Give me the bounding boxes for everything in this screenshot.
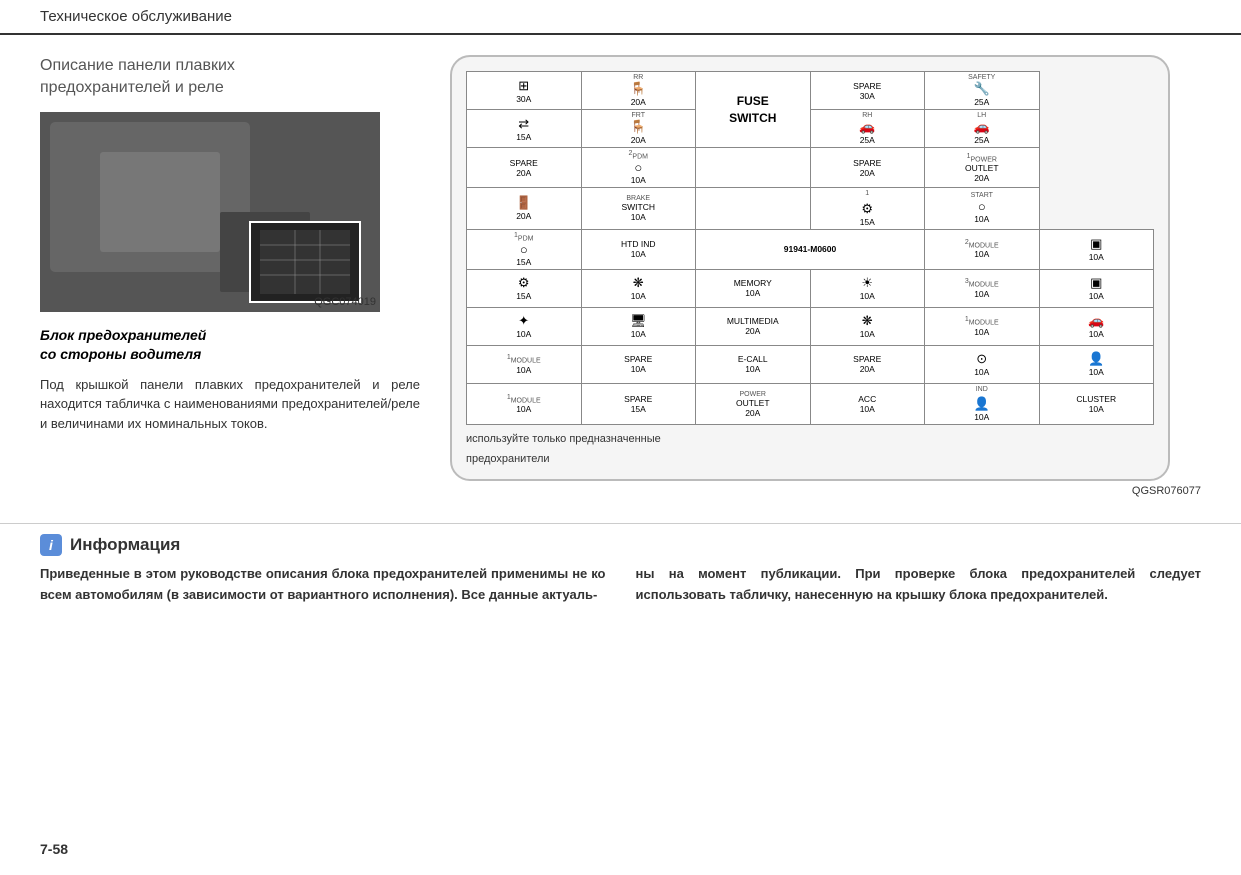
photo-code: QGC074019	[314, 296, 376, 308]
part-number-cell: 91941-M0600	[696, 229, 925, 269]
photo-caption: Блок предохранителейсо стороны водителя	[40, 326, 420, 365]
fuse-table: ⊞ 30A RR 🪑 20A FUSESWITCH SPARE	[466, 71, 1154, 425]
fuse-cell: LH 🚗 25A	[925, 110, 1040, 148]
header-title: Техническое обслуживание	[40, 8, 232, 25]
diagram-note-line2: предохранители	[466, 453, 1154, 465]
fuse-cell: ▣ 10A	[1039, 269, 1154, 307]
info-icon: i	[40, 534, 62, 556]
fuse-cell	[696, 188, 811, 229]
fuse-cell: 1MODULE 10A	[467, 383, 582, 424]
diagram-note-line1: используйте только предназначенные	[466, 433, 1154, 445]
fuse-cell: 2MODULE 10A	[925, 229, 1040, 269]
fuse-cell: ▣ 10A	[1039, 229, 1154, 269]
fuse-switch-cell: FUSESWITCH	[696, 72, 811, 148]
info-text-left: Приведенные в этом руководстве описания …	[40, 564, 606, 606]
fuse-cell: 🚗 10A	[1039, 307, 1154, 345]
info-section: i Информация Приведенные в этом руководс…	[0, 523, 1241, 616]
fuse-cell: MULTIMEDIA 20A	[696, 307, 811, 345]
fuse-cell: 🖥 10A	[581, 307, 696, 345]
fuse-cell: HTD IND 10A	[581, 229, 696, 269]
fuse-cell: 3MODULE 10A	[925, 269, 1040, 307]
fuse-cell: 🚪 20A	[467, 188, 582, 229]
fuse-cell: 1POWER OUTLET 20A	[925, 148, 1040, 188]
fuse-cell: SPARE 20A	[810, 148, 925, 188]
fuse-cell: CLUSTER 10A	[1039, 383, 1154, 424]
fuse-cell: 1PDM ○ 15A	[467, 229, 582, 269]
body-text: Под крышкой панели плавких предохранител…	[40, 375, 420, 434]
fuse-cell: ACC 10A	[810, 383, 925, 424]
fuse-cell: 1MODULE 10A	[925, 307, 1040, 345]
fuse-cell: IND 👤 10A	[925, 383, 1040, 424]
fuse-cell: MEMORY 10A	[696, 269, 811, 307]
fuse-diagram: ⊞ 30A RR 🪑 20A FUSESWITCH SPARE	[450, 55, 1170, 481]
fuse-cell: 2PDM ○ 10A	[581, 148, 696, 188]
fuse-cell: SPARE 10A	[581, 345, 696, 383]
fuse-cell: ⚙ 15A	[467, 269, 582, 307]
photo-container: QGC074019	[40, 112, 380, 312]
fuse-cell: FRT 🪑 20A	[581, 110, 696, 148]
main-content: Описание панели плавкихпредохранителей и…	[0, 35, 1241, 517]
info-header: i Информация	[40, 534, 1201, 556]
fuse-cell: START ○ 10A	[925, 188, 1040, 229]
page-header: Техническое обслуживание	[0, 0, 1241, 35]
info-title: Информация	[70, 535, 180, 555]
info-content: Приведенные в этом руководстве описания …	[40, 564, 1201, 606]
fuse-cell: 1 ⚙ 15A	[810, 188, 925, 229]
fuse-cell: POWER OUTLET 20A	[696, 383, 811, 424]
info-icon-letter: i	[49, 537, 53, 553]
fuse-cell: ✦ 10A	[467, 307, 582, 345]
fuse-diagram-container: ⊞ 30A RR 🪑 20A FUSESWITCH SPARE	[450, 55, 1201, 497]
fuse-cell: 1MODULE 10A	[467, 345, 582, 383]
info-text-right: ны на момент публикации. При проверке бл…	[636, 564, 1202, 606]
section-title: Описание панели плавкихпредохранителей и…	[40, 55, 420, 100]
fuse-cell: 👤 10A	[1039, 345, 1154, 383]
fuse-cell	[696, 148, 811, 188]
fuse-cell: SAFETY 🔧 25A	[925, 72, 1040, 110]
fuse-cell: ⊞ 30A	[467, 72, 582, 110]
left-column: Описание панели плавкихпредохранителей и…	[40, 55, 420, 497]
fuse-cell: SPARE 20A	[810, 345, 925, 383]
fuse-cell: RR 🪑 20A	[581, 72, 696, 110]
fuse-cell: BRAKE SWITCH 10A	[581, 188, 696, 229]
diagram-code: QGSR076077	[450, 485, 1201, 497]
fuse-cell: ❋ 10A	[810, 307, 925, 345]
page-number: 7-58	[40, 841, 68, 857]
fuse-cell: SPARE 20A	[467, 148, 582, 188]
fuse-cell: ⇄ 15A	[467, 110, 582, 148]
fuse-cell: ☀ 10A	[810, 269, 925, 307]
fuse-cell: RH 🚗 25A	[810, 110, 925, 148]
fuse-cell: ❋ 10A	[581, 269, 696, 307]
fuse-cell: SPARE 30A	[810, 72, 925, 110]
fuse-cell: E-CALL 10A	[696, 345, 811, 383]
fuse-cell: ⊙ 10A	[925, 345, 1040, 383]
fuse-cell: SPARE 15A	[581, 383, 696, 424]
